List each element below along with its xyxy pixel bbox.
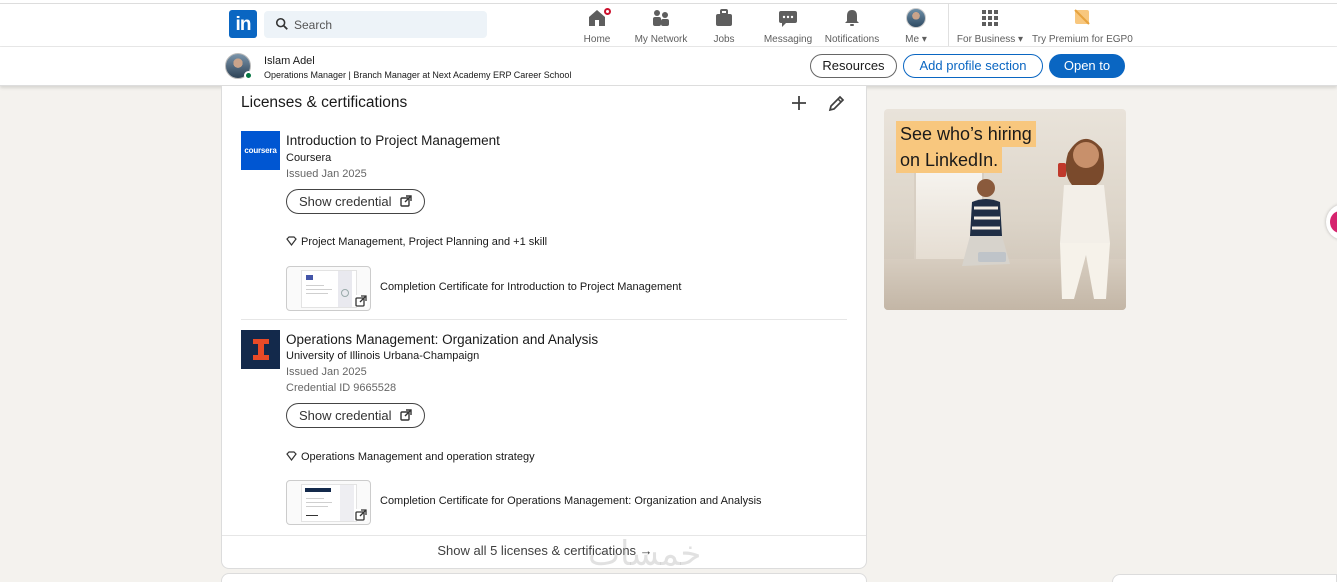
resources-button[interactable]: Resources xyxy=(810,54,897,78)
show-all-licenses-link[interactable]: Show all 5 licenses & certifications → xyxy=(222,543,866,558)
bell-icon xyxy=(842,8,862,28)
search-input[interactable] xyxy=(294,11,479,38)
hiring-ad-banner[interactable]: See who’s hiring on LinkedIn. xyxy=(884,109,1126,310)
open-to-button[interactable]: Open to xyxy=(1049,54,1125,78)
nav-try-premium-label: Try Premium for EGP0 xyxy=(1032,34,1133,45)
cert-issuer: Coursera xyxy=(286,152,332,164)
watermark: خمسات xyxy=(588,534,702,574)
skill-diamond-icon xyxy=(286,451,297,461)
illinois-block-i-icon xyxy=(253,339,269,360)
cert-title: Operations Management: Organization and … xyxy=(286,332,599,347)
credential-id: Credential ID 9665528 xyxy=(286,382,397,394)
search-icon xyxy=(275,17,288,30)
nav-home[interactable]: Home xyxy=(577,6,617,45)
certificate-thumbnail[interactable] xyxy=(286,266,371,311)
nav-my-network[interactable]: My Network xyxy=(633,8,689,45)
nav-notifications-label: Notifications xyxy=(824,34,880,45)
show-credential-button[interactable]: Show credential xyxy=(286,189,425,214)
nav-notifications[interactable]: Notifications xyxy=(823,8,881,45)
caret-down-icon: ▾ xyxy=(919,34,927,45)
certificate-paper xyxy=(301,484,357,522)
sticky-profile-bar: Islam Adel Operations Manager | Branch M… xyxy=(0,47,1337,86)
show-credential-label: Show credential xyxy=(299,408,392,423)
nav-jobs-label: Jobs xyxy=(713,34,735,45)
external-link-icon xyxy=(400,409,412,421)
skill-diamond-icon xyxy=(286,236,297,246)
search-box[interactable] xyxy=(264,11,487,38)
chat-icon xyxy=(778,8,798,28)
show-credential-label: Show credential xyxy=(299,194,392,209)
nav-home-label: Home xyxy=(583,34,611,45)
nav-me-label: Me xyxy=(905,34,920,45)
external-link-icon xyxy=(355,295,367,307)
add-profile-section-button[interactable]: Add profile section xyxy=(903,54,1043,78)
notification-badge xyxy=(602,6,613,17)
skills-label: Operations Management and operation stra… xyxy=(301,451,535,463)
premium-icon xyxy=(1072,8,1092,28)
external-link-icon xyxy=(355,509,367,521)
add-icon[interactable] xyxy=(789,93,809,113)
grid-icon xyxy=(980,8,1000,28)
cert-issuer: University of Illinois Urbana-Champaign xyxy=(286,350,480,362)
nav-my-network-label: My Network xyxy=(634,34,688,45)
me-avatar xyxy=(906,8,926,28)
ad-headline-line1: See who’s hiring xyxy=(896,121,1036,147)
caret-down-icon: ▾ xyxy=(1015,34,1024,45)
illinois-logo[interactable] xyxy=(241,330,280,369)
next-section-card xyxy=(221,573,867,582)
cert-issued-date: Issued Jan 2025 xyxy=(286,168,367,180)
linkedin-logo[interactable]: in xyxy=(229,10,257,38)
licenses-certifications-card: Licenses & certifications coursera Intro… xyxy=(221,86,867,569)
nav-jobs[interactable]: Jobs xyxy=(704,8,744,45)
ad-headline-line2: on LinkedIn. xyxy=(896,147,1003,173)
cert-title: Introduction to Project Management xyxy=(286,133,500,148)
entry-divider xyxy=(241,319,847,320)
nav-for-business-label: For Business xyxy=(956,34,1016,45)
show-credential-button[interactable]: Show credential xyxy=(286,403,425,428)
certificate-paper xyxy=(301,270,357,308)
certificate-thumbnail[interactable] xyxy=(286,480,371,525)
external-link-icon xyxy=(400,195,412,207)
home-icon xyxy=(587,6,613,28)
floating-extension-button[interactable] xyxy=(1326,204,1337,240)
nav-messaging-label: Messaging xyxy=(763,34,813,45)
nav-try-premium[interactable]: Try Premium for EGP0 xyxy=(1032,8,1133,45)
nav-for-business[interactable]: For Business ▾ xyxy=(955,8,1025,45)
section-title: Licenses & certifications xyxy=(241,94,408,111)
cert-issued-date: Issued Jan 2025 xyxy=(286,366,367,378)
skills-row[interactable]: Operations Management and operation stra… xyxy=(286,451,535,463)
nav-divider xyxy=(948,4,949,46)
edit-pencil-icon[interactable] xyxy=(827,93,847,113)
footer-divider xyxy=(222,535,866,536)
nav-messaging[interactable]: Messaging xyxy=(763,8,813,45)
online-status-dot xyxy=(244,71,253,80)
nav-me[interactable]: Me ▾ xyxy=(900,8,932,45)
certificate-document-title[interactable]: Completion Certificate for Operations Ma… xyxy=(380,495,762,507)
skills-label: Project Management, Project Planning and… xyxy=(301,236,548,248)
ad-headline: See who’s hiring on LinkedIn. xyxy=(896,121,1036,173)
ad-person-phone-illustration xyxy=(1058,138,1110,299)
right-rail-card xyxy=(1112,574,1337,582)
ad-person-sitting-illustration xyxy=(962,179,1010,266)
certificate-document-title[interactable]: Completion Certificate for Introduction … xyxy=(380,281,681,293)
profile-name: Islam Adel xyxy=(264,55,315,67)
browser-edge xyxy=(0,0,1337,4)
briefcase-icon xyxy=(714,8,734,28)
global-nav: in Home My Network Jobs Messaging Notifi… xyxy=(0,0,1337,47)
coursera-logo[interactable]: coursera xyxy=(241,131,280,170)
skills-row[interactable]: Project Management, Project Planning and… xyxy=(286,236,547,248)
profile-headline: Operations Manager | Branch Manager at N… xyxy=(264,70,572,80)
people-icon xyxy=(651,8,671,28)
